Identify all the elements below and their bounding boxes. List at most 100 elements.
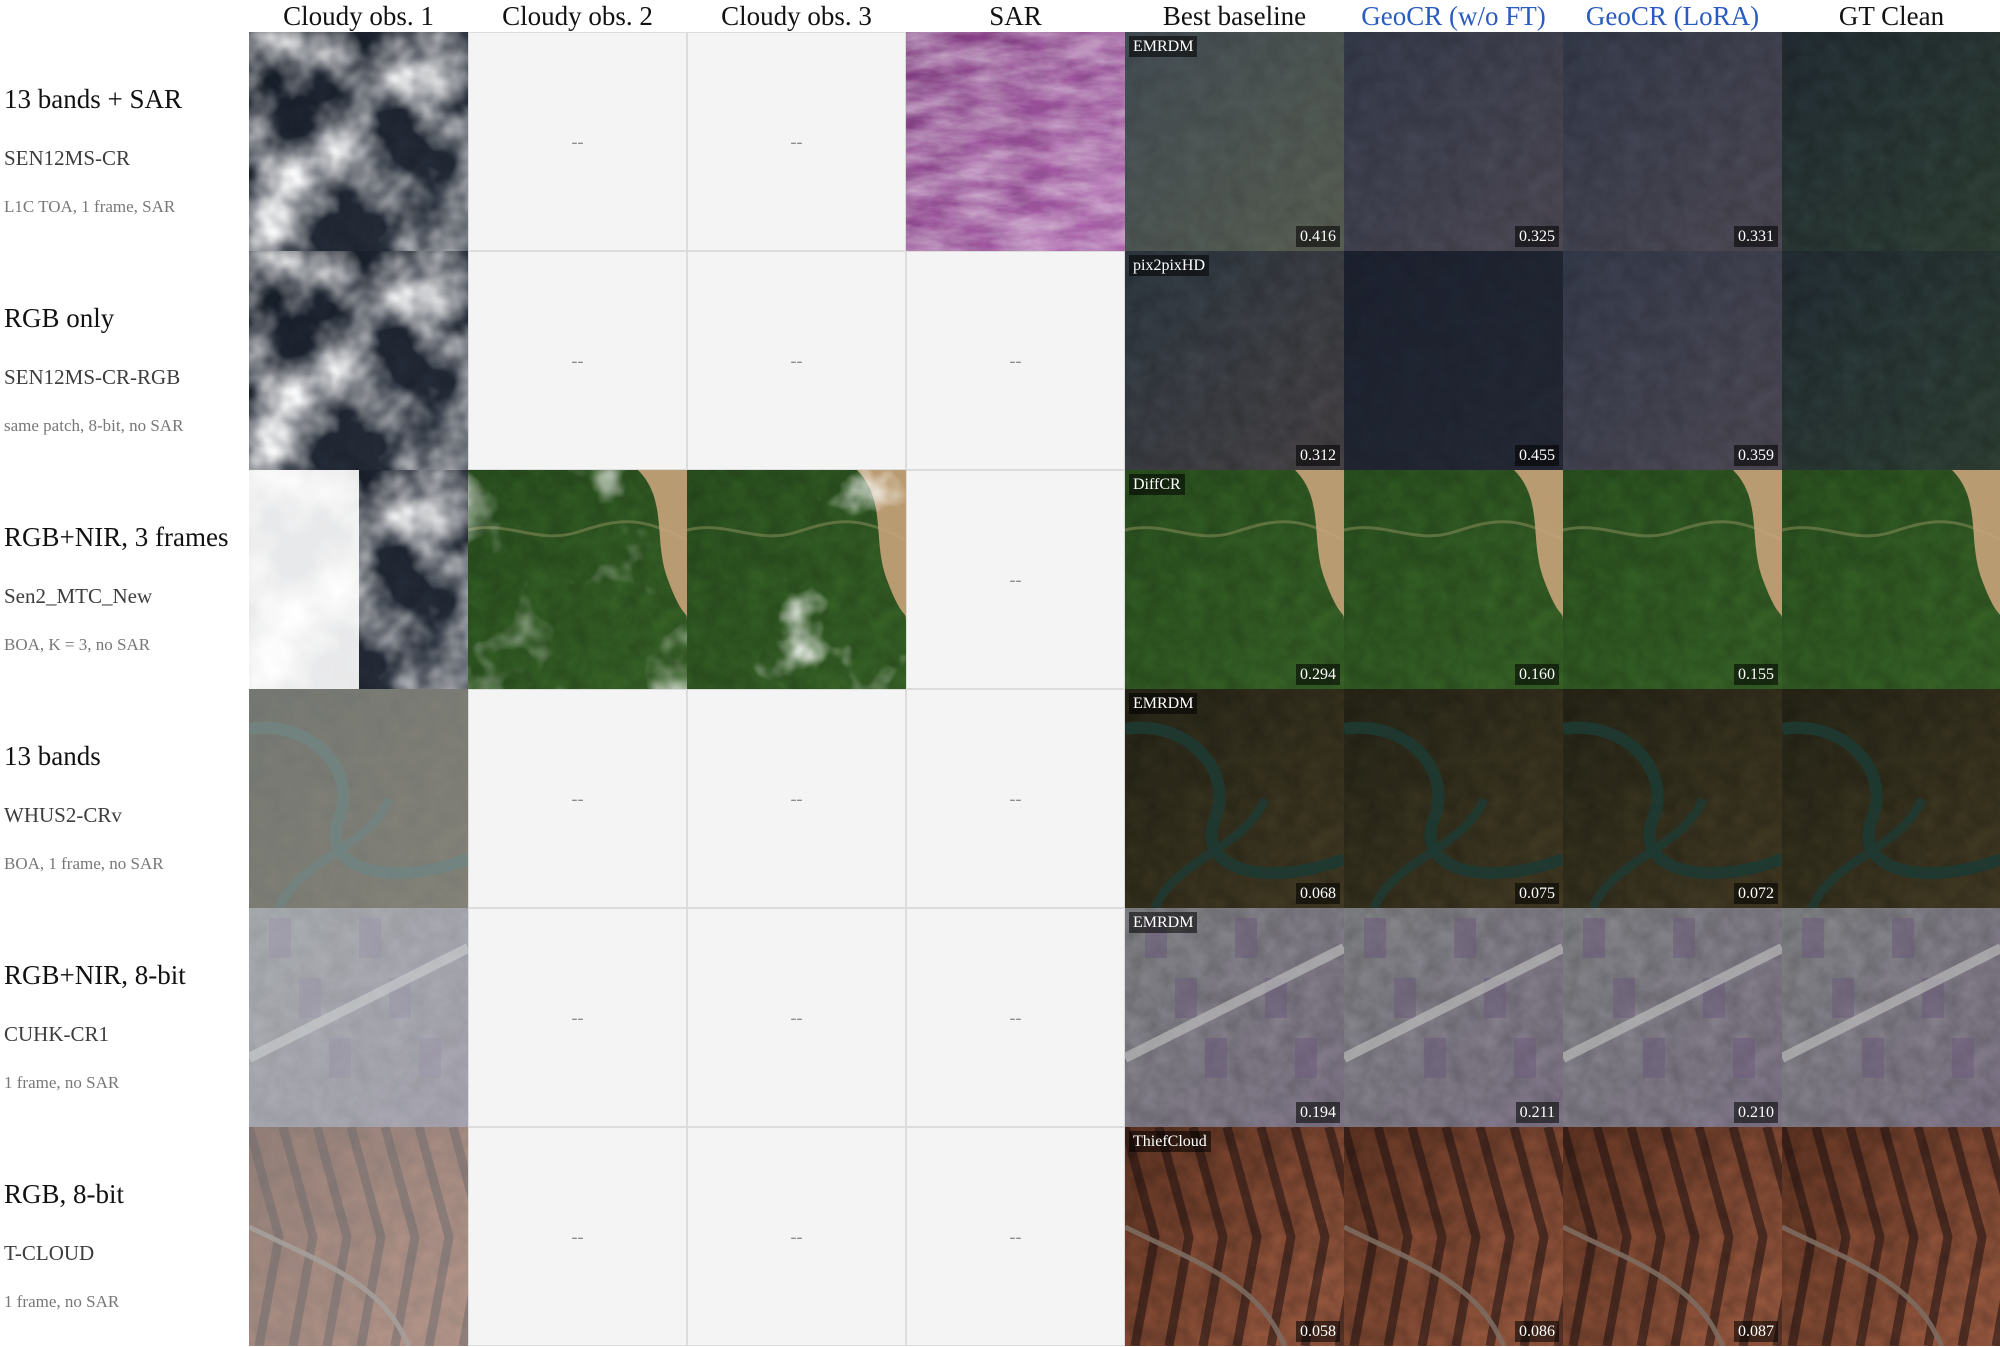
- row-dataset-desc: same patch, 8-bit, no SAR: [4, 416, 184, 435]
- error-metric-badge: 0.455: [1515, 445, 1559, 466]
- image-cell: EMRDM 0.068: [1125, 689, 1344, 908]
- row-band-title: RGB+NIR, 3 frames: [4, 522, 229, 552]
- satellite-image: [1563, 470, 1782, 689]
- image-cell: --: [468, 1127, 687, 1346]
- satellite-image: [1344, 32, 1563, 251]
- column-header: Cloudy obs. 3: [721, 1, 872, 31]
- image-cell: --: [687, 32, 906, 251]
- satellite-image: [249, 470, 468, 689]
- baseline-method-tag: DiffCR: [1129, 474, 1185, 495]
- row-dataset-desc: BOA, 1 frame, no SAR: [4, 854, 164, 873]
- image-cell: --: [687, 1127, 906, 1346]
- image-cell: [1782, 689, 2000, 908]
- image-cell: --: [906, 908, 1125, 1127]
- image-cell: 0.087: [1563, 1127, 1782, 1346]
- image-cell: [906, 32, 1125, 251]
- satellite-image: [1563, 1127, 1782, 1346]
- satellite-image: [1125, 32, 1344, 251]
- image-cell: [687, 470, 906, 689]
- error-metric-badge: 0.331: [1734, 226, 1778, 247]
- image-cell: [249, 1127, 468, 1346]
- column-header: Best baseline: [1162, 1, 1307, 31]
- satellite-image: [1563, 689, 1782, 908]
- satellite-image: [1344, 1127, 1563, 1346]
- row-dataset-desc: BOA, K = 3, no SAR: [4, 635, 151, 654]
- image-cell: 0.072: [1563, 689, 1782, 908]
- image-cell: [1782, 1127, 2000, 1346]
- satellite-image: [1344, 470, 1563, 689]
- error-metric-badge: 0.294: [1296, 664, 1340, 685]
- missing-input-placeholder: --: [1009, 788, 1022, 808]
- satellite-image: [1782, 251, 2000, 470]
- error-metric-badge: 0.155: [1734, 664, 1778, 685]
- baseline-method-tag: EMRDM: [1129, 693, 1198, 714]
- satellite-image: [249, 689, 468, 908]
- row-label-sen12-rgb: RGB only SEN12MS-CR-RGB same patch, 8-bit,…: [0, 251, 247, 470]
- satellite-image: [1782, 689, 2000, 908]
- row-label-sen2mtc: RGB+NIR, 3 frames Sen2_MTC_New BOA, K = 3,…: [0, 470, 247, 689]
- error-metric-badge: 0.086: [1515, 1321, 1559, 1342]
- satellite-image: [1344, 251, 1563, 470]
- image-cell: [249, 251, 468, 470]
- satellite-image: [1125, 1127, 1344, 1346]
- satellite-image: [1563, 32, 1782, 251]
- image-cell: [1782, 32, 2000, 251]
- satellite-image: [1782, 908, 2000, 1127]
- missing-input-placeholder: --: [1009, 1007, 1022, 1027]
- column-header: Cloudy obs. 2: [502, 1, 653, 31]
- image-cell: --: [468, 908, 687, 1127]
- error-metric-badge: 0.068: [1296, 883, 1340, 904]
- satellite-image: [1563, 251, 1782, 470]
- image-cell: [249, 908, 468, 1127]
- row-band-title: 13 bands: [4, 741, 101, 771]
- error-metric-badge: 0.075: [1515, 883, 1559, 904]
- image-cell: --: [687, 689, 906, 908]
- image-cell: DiffCR 0.294: [1125, 470, 1344, 689]
- column-header: SAR: [989, 1, 1042, 31]
- error-metric-badge: 0.072: [1734, 883, 1778, 904]
- error-metric-badge: 0.312: [1296, 445, 1340, 466]
- satellite-image: [1782, 470, 2000, 689]
- image-cell: [1782, 470, 2000, 689]
- error-metric-badge: 0.210: [1734, 1102, 1778, 1123]
- satellite-image: [1563, 908, 1782, 1127]
- satellite-image: [1782, 32, 2000, 251]
- row-dataset-desc: 1 frame, no SAR: [4, 1073, 120, 1092]
- missing-input-placeholder: --: [790, 131, 803, 151]
- image-cell: 0.155: [1563, 470, 1782, 689]
- image-cell: 0.211: [1344, 908, 1563, 1127]
- row-label-cuhk: RGB+NIR, 8-bit CUHK-CR1 1 frame, no SAR: [0, 908, 247, 1127]
- row-dataset-name: SEN12MS-CR: [4, 146, 131, 170]
- row-dataset-desc: L1C TOA, 1 frame, SAR: [4, 197, 176, 216]
- image-cell: --: [468, 32, 687, 251]
- missing-input-placeholder: --: [1009, 569, 1022, 589]
- row-dataset-name: Sen2_MTC_New: [4, 584, 153, 608]
- error-metric-badge: 0.058: [1296, 1321, 1340, 1342]
- missing-input-placeholder: --: [790, 1226, 803, 1246]
- image-cell: --: [468, 689, 687, 908]
- satellite-image: [1125, 470, 1344, 689]
- baseline-method-tag: ThiefCloud: [1129, 1131, 1211, 1152]
- missing-input-placeholder: --: [571, 788, 584, 808]
- image-cell: 0.325: [1344, 32, 1563, 251]
- image-cell: 0.075: [1344, 689, 1563, 908]
- satellite-image: [687, 470, 906, 689]
- satellite-image: [249, 908, 468, 1127]
- image-cell: [468, 470, 687, 689]
- image-cell: EMRDM 0.194: [1125, 908, 1344, 1127]
- comparison-figure: Cloudy obs. 1 Cloudy obs. 2 Cloudy obs. 3 S…: [0, 0, 2000, 1347]
- image-cell: [249, 32, 468, 251]
- satellite-image: [1125, 251, 1344, 470]
- error-metric-badge: 0.194: [1296, 1102, 1340, 1123]
- row-band-title: RGB only: [4, 303, 115, 333]
- image-cell: --: [906, 1127, 1125, 1346]
- satellite-image: [1782, 1127, 2000, 1346]
- image-cell: --: [906, 470, 1125, 689]
- missing-input-placeholder: --: [571, 1226, 584, 1246]
- missing-input-placeholder: --: [571, 131, 584, 151]
- satellite-image: [1344, 689, 1563, 908]
- missing-input-placeholder: --: [790, 788, 803, 808]
- error-metric-badge: 0.359: [1734, 445, 1778, 466]
- satellite-image: [249, 32, 468, 251]
- missing-input-placeholder: --: [571, 350, 584, 370]
